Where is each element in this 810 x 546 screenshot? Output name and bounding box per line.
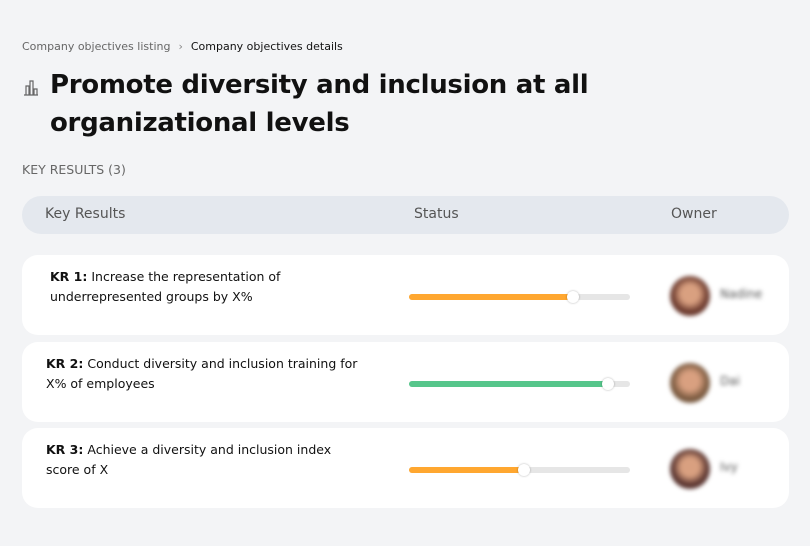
breadcrumb-current: Company objectives details — [190, 40, 343, 53]
column-header-status: Status — [414, 206, 459, 222]
key-result-row[interactable]: KR 2: Conduct diversity and inclusion tr… — [22, 342, 789, 422]
avatar — [670, 449, 710, 489]
key-result-id: KR 3: — [46, 442, 84, 457]
column-header-owner: Owner — [671, 206, 717, 222]
owner-name: Dai — [720, 374, 740, 388]
progress-knob[interactable] — [517, 464, 530, 476]
progress-fill — [409, 294, 573, 300]
progress-fill — [409, 381, 608, 387]
progress-knob[interactable] — [601, 378, 614, 390]
section-label: KEY RESULTS (3) — [22, 162, 126, 177]
page-title: Promote diversity and inclusion at all o… — [50, 70, 589, 138]
breadcrumb: Company objectives listing › Company obj… — [22, 40, 343, 53]
page-header: Promote diversity and inclusion at all o… — [22, 66, 752, 142]
breadcrumb-parent-link[interactable]: Company objectives listing — [22, 40, 170, 53]
key-result-text: KR 2: Conduct diversity and inclusion tr… — [46, 354, 366, 394]
key-result-description: Conduct diversity and inclusion training… — [46, 356, 358, 391]
progress-bar — [409, 378, 630, 390]
owner-name: Ivy — [720, 460, 738, 474]
progress-bar — [409, 291, 630, 303]
key-result-text: KR 1: Increase the representation of und… — [50, 267, 370, 307]
key-result-row[interactable]: KR 1: Increase the representation of und… — [22, 255, 789, 335]
table-header: Key Results Status Owner — [22, 196, 789, 234]
building-chart-icon — [24, 80, 38, 96]
key-result-description: Achieve a diversity and inclusion index … — [46, 442, 332, 477]
progress-bar — [409, 464, 630, 476]
progress-knob[interactable] — [566, 291, 579, 303]
avatar — [670, 276, 710, 316]
chevron-right-icon: › — [178, 40, 183, 53]
key-result-id: KR 2: — [46, 356, 84, 371]
column-header-key-results: Key Results — [45, 206, 126, 222]
key-result-id: KR 1: — [50, 269, 88, 284]
avatar — [670, 363, 710, 403]
progress-fill — [409, 467, 524, 473]
key-result-text: KR 3: Achieve a diversity and inclusion … — [46, 440, 366, 480]
key-result-row[interactable]: KR 3: Achieve a diversity and inclusion … — [22, 428, 789, 508]
owner-name: Nadine — [720, 287, 763, 301]
